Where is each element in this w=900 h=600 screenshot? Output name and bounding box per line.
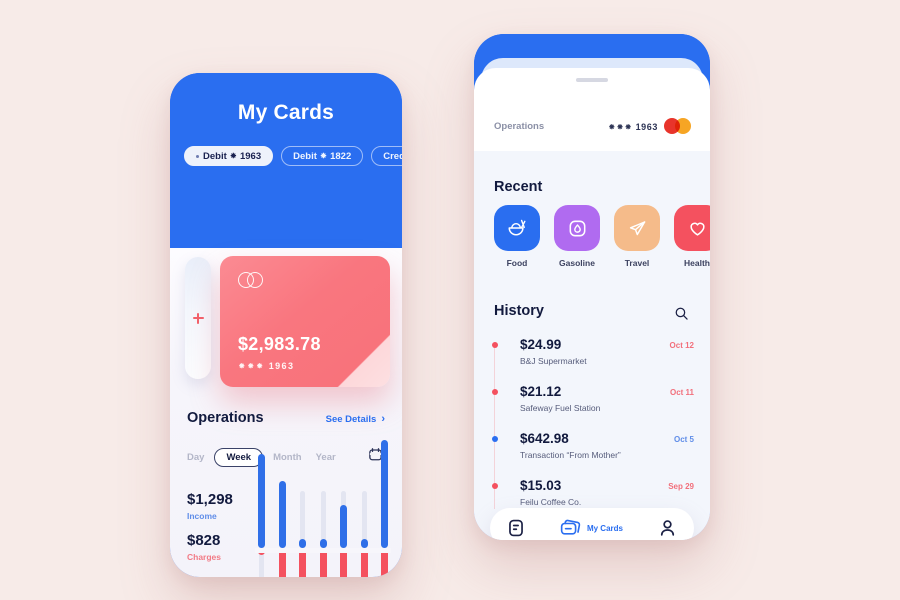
bar-column	[340, 491, 347, 577]
tab-day[interactable]: Day	[187, 452, 204, 463]
screenshot-stage: My Cards Debit ⁕ 1963 Debit ⁕ 1822 Credi…	[0, 0, 900, 600]
card-balance: $2,983.78	[238, 334, 321, 354]
bar-column	[381, 439, 388, 577]
history-description: Feilu Coffee Co.	[520, 497, 582, 507]
history-date: Oct 11	[669, 388, 694, 397]
bar-column	[319, 491, 327, 577]
mastercard-circles-icon	[238, 272, 268, 288]
nav-label-my-cards: My Cards	[586, 523, 623, 533]
card-number: ⁕⁕⁕ 1963	[238, 361, 295, 371]
wallet-icon	[509, 519, 523, 537]
history-heading: History	[494, 303, 544, 319]
sheet-grabber[interactable]	[576, 78, 608, 82]
bar-income	[340, 504, 347, 548]
category-health[interactable]: Health	[674, 205, 710, 268]
history-description: Transaction “From Mother”	[520, 450, 621, 460]
card-pill-debit-1963[interactable]: Debit ⁕ 1963	[184, 146, 274, 166]
category-tile	[674, 205, 710, 251]
plus-icon	[192, 312, 204, 324]
history-list: $24.99 B&J Supermarket Oct 12 $21.12 Saf…	[491, 337, 694, 525]
history-amount: $642.98	[520, 431, 569, 446]
history-description: B&J Supermarket	[520, 356, 587, 366]
right-phone-body: Recent Food Gasoline Travel Health Histo…	[474, 151, 710, 540]
recent-heading: Recent	[494, 179, 543, 195]
chevron-right-icon: ›	[381, 413, 385, 425]
noodle-bowl-icon	[507, 219, 526, 235]
history-dot-icon	[491, 342, 498, 348]
card-pill-list: Debit ⁕ 1963 Debit ⁕ 1822 Credit ⁕ 2	[184, 146, 402, 166]
tab-month[interactable]: Month	[273, 452, 302, 463]
bar-income	[381, 439, 388, 548]
card-pill-credit[interactable]: Credit ⁕ 2	[371, 146, 402, 166]
bar-income	[360, 538, 368, 548]
bar-column	[258, 454, 265, 577]
history-row[interactable]: $642.98 Transaction “From Mother” Oct 5	[491, 431, 694, 478]
page-title: My Cards	[237, 101, 335, 124]
category-tile	[614, 205, 660, 251]
history-date: Sep 29	[668, 482, 694, 491]
bar-income	[258, 454, 265, 548]
card-pill-label: Debit ⁕ 1963	[203, 150, 262, 162]
category-tile	[554, 205, 600, 251]
category-label: Health	[684, 258, 710, 268]
sheet-card-number: ⁕⁕⁕ 1963	[608, 122, 658, 132]
charges-value: $828	[187, 532, 221, 549]
tab-week[interactable]: Week	[214, 448, 264, 467]
income-value: $1,298	[187, 491, 233, 508]
bar-column	[278, 481, 286, 577]
fuel-droplet-icon	[569, 220, 585, 236]
bar-column	[299, 491, 306, 577]
see-details-label: See Details	[325, 414, 377, 425]
category-travel[interactable]: Travel	[614, 205, 660, 268]
operations-heading: Operations	[187, 410, 264, 426]
nav-item-my-cards[interactable]: My Cards	[560, 519, 623, 537]
right-bottom-nav: My Cards	[490, 508, 694, 540]
chart-axis-gap	[255, 548, 391, 553]
history-row[interactable]: $21.12 Safeway Fuel Station Oct 11	[491, 384, 694, 431]
category-label: Food	[506, 258, 528, 268]
credit-card[interactable]: $2,983.78 ⁕⁕⁕ 1963	[220, 256, 390, 387]
operations-bar-chart	[258, 439, 388, 577]
charges-label: Charges	[187, 552, 222, 562]
phone-left: My Cards Debit ⁕ 1963 Debit ⁕ 1822 Credi…	[170, 73, 402, 577]
category-tile	[494, 205, 540, 251]
card-pill-label: Credit ⁕ 2	[383, 150, 402, 162]
pill-dot-icon	[196, 154, 199, 158]
category-label: Travel	[624, 258, 650, 268]
see-details-link[interactable]: See Details ›	[325, 413, 385, 426]
sheet-title: Operations	[494, 121, 545, 132]
history-amount: $24.99	[520, 337, 562, 352]
person-icon	[660, 520, 675, 536]
category-list: Food Gasoline Travel Health	[494, 205, 710, 268]
history-row[interactable]: $24.99 B&J Supermarket Oct 12	[491, 337, 694, 384]
heart-icon	[689, 222, 705, 236]
nav-item-profile[interactable]	[659, 519, 676, 537]
mastercard-icon	[664, 118, 691, 134]
search-icon[interactable]	[674, 306, 689, 321]
bar-income	[299, 538, 306, 548]
history-date: Oct 12	[669, 341, 694, 350]
category-food[interactable]: Food	[494, 205, 540, 268]
history-dot-icon	[491, 436, 498, 442]
tab-year[interactable]: Year	[316, 452, 336, 463]
history-amount: $21.12	[520, 384, 562, 399]
paper-plane-icon	[629, 220, 645, 235]
history-date: Oct 5	[673, 435, 694, 444]
history-dot-icon	[491, 483, 498, 489]
history-dot-icon	[491, 389, 498, 395]
income-label: Income	[187, 511, 217, 521]
category-gasoline[interactable]: Gasoline	[554, 205, 600, 268]
bar-income	[319, 538, 327, 548]
cards-icon	[560, 519, 581, 535]
card-pill-debit-1822[interactable]: Debit ⁕ 1822	[281, 146, 364, 166]
phone-right: Operations ⁕⁕⁕ 1963 Recent Food Gasoline…	[474, 34, 710, 540]
category-label: Gasoline	[559, 258, 595, 268]
bar-column	[360, 491, 368, 577]
nav-item-wallet[interactable]	[508, 519, 524, 537]
bar-income	[278, 481, 286, 548]
history-description: Safeway Fuel Station	[520, 403, 601, 413]
card-pill-label: Debit ⁕ 1822	[293, 150, 352, 162]
add-card-slot[interactable]	[185, 257, 211, 379]
